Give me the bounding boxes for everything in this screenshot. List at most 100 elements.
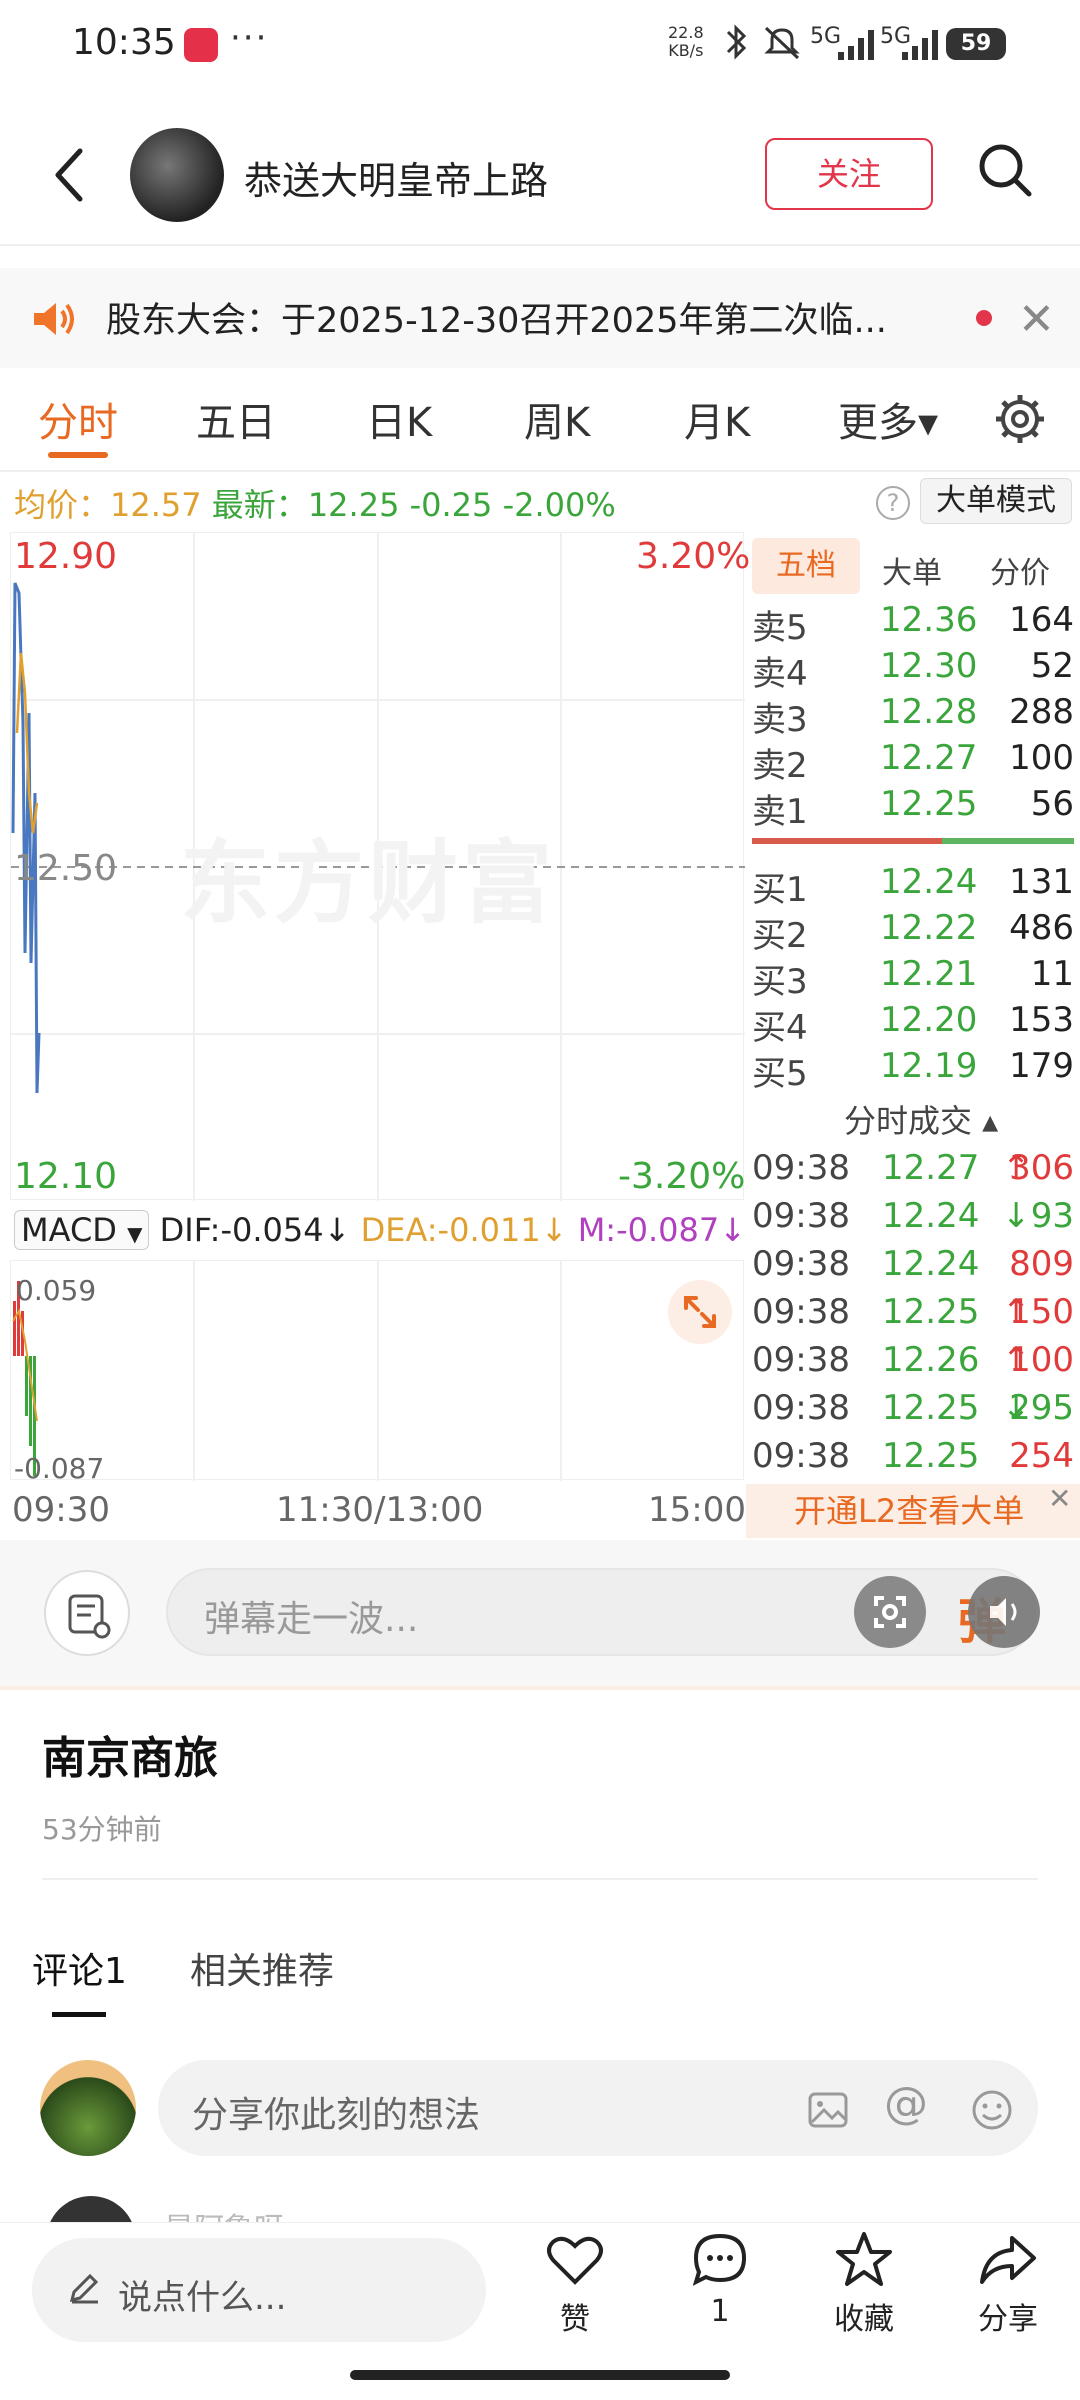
pen-icon: [69, 2273, 99, 2304]
avg-price-label: 均价：: [14, 486, 111, 524]
page-title: 恭送大明皇帝上路: [244, 159, 549, 203]
macd-selector-label: MACD: [21, 1211, 117, 1249]
notice-text[interactable]: 股东大会：于2025-12-30召开2025年第二次临...: [106, 292, 887, 343]
tab-five-day[interactable]: 五日: [196, 390, 276, 448]
image-icon[interactable]: [806, 2088, 850, 2132]
trade-row: 09:38 12.25 ↓ 295: [752, 1388, 1074, 1428]
tab-price-distribution[interactable]: 分价: [990, 548, 1050, 592]
price-summary: 均价：12.57 最新：12.25 -0.25 -2.00%: [14, 480, 616, 526]
order-book-sell-row: 卖4 12.30 52: [752, 646, 1074, 694]
x-axis-mid-label: 11:30/13:00: [276, 1490, 484, 1530]
emoji-icon[interactable]: [970, 2088, 1014, 2132]
big-order-mode-button[interactable]: 大单模式: [920, 478, 1072, 524]
macd-dif: DIF:-0.054: [159, 1211, 324, 1249]
post-time: 53分钟前: [42, 1813, 162, 1846]
macd-dea: DEA:-0.011: [360, 1211, 541, 1249]
order-book-buy-row: 买5 12.19 179: [752, 1046, 1074, 1094]
speaker-icon: [990, 1598, 1017, 1626]
macd-y-bottom-label: -0.087: [14, 1452, 105, 1485]
order-book-sell-row: 卖3 12.28 288: [752, 692, 1074, 740]
say-something-placeholder: 说点什么...: [118, 2278, 287, 2318]
y-axis-top-label: 12.90: [14, 536, 118, 577]
trade-row: 09:38 12.25 254: [752, 1436, 1074, 1476]
price-change-pct: -2.00%: [502, 486, 616, 524]
watermark: 东方财富: [180, 831, 556, 936]
speaker-icon: [34, 303, 74, 335]
comment-placeholder: 分享你此刻的想法: [192, 2095, 481, 2136]
danmu-settings-icon: [68, 1594, 111, 1639]
l2-upgrade-banner[interactable]: 开通L2查看大单: [746, 1484, 1080, 1538]
comment-icon: [692, 2233, 747, 2286]
x-axis-start-label: 09:30: [12, 1490, 110, 1530]
macd-y-top-label: 0.059: [16, 1274, 97, 1307]
close-icon[interactable]: ✕: [1048, 1482, 1071, 1515]
macd-chart-canvas: [12, 1261, 562, 1481]
collect-button[interactable]: 收藏: [814, 2230, 914, 2338]
status-time: 10:35: [72, 22, 176, 63]
fullscreen-button[interactable]: [668, 1280, 732, 1344]
user-avatar[interactable]: [130, 128, 224, 222]
tab-related[interactable]: 相关推荐: [190, 1942, 334, 1994]
avg-price-value: 12.57: [110, 486, 202, 524]
divider: [42, 1878, 1038, 1880]
trade-row: 09:38 12.26 ↑ 100: [752, 1340, 1074, 1380]
expand-icon: [684, 1296, 716, 1328]
mention-icon[interactable]: @: [884, 2082, 928, 2126]
more-notifications-icon: ···: [230, 18, 269, 58]
status-bar: 10:35 ··· 22.8 KB/s 5G 5G 59: [0, 0, 1080, 90]
danmu-placeholder: 弹幕走一波...: [204, 1599, 419, 1640]
back-arrow-icon[interactable]: [50, 145, 90, 205]
like-button[interactable]: 赞: [525, 2230, 625, 2338]
macd-selector[interactable]: MACD ▼: [14, 1210, 150, 1250]
trade-row: 09:38 12.24 ↓ 93: [752, 1196, 1074, 1236]
unread-dot: [976, 310, 992, 326]
trade-row: 09:38 12.24 809: [752, 1244, 1074, 1284]
y-axis-bottom-label: 12.10: [14, 1156, 118, 1197]
scan-icon: [874, 1596, 906, 1628]
order-book-sell-row: 卖1 12.25 56: [752, 784, 1074, 832]
close-icon[interactable]: ✕: [1018, 294, 1055, 345]
scan-button[interactable]: [854, 1576, 926, 1648]
danmu-settings-button[interactable]: [44, 1570, 130, 1656]
signal-2-icon: [902, 30, 938, 60]
home-indicator[interactable]: [350, 2370, 730, 2380]
net-speed-value: 22.8: [668, 23, 704, 42]
order-book-buy-row: 买4 12.20 153: [752, 1000, 1074, 1048]
tab-five-levels[interactable]: 五档: [752, 538, 860, 594]
bluetooth-icon: [726, 24, 747, 60]
tab-big-orders[interactable]: 大单: [882, 548, 942, 592]
tab-comments[interactable]: 评论1: [32, 1942, 127, 1994]
trades-header[interactable]: 分时成交 ▴: [844, 1096, 998, 1142]
tab-weekly-k[interactable]: 周K: [524, 390, 590, 448]
danmu-sound-button[interactable]: [968, 1576, 1040, 1648]
collect-label: 收藏: [834, 2302, 894, 2337]
follow-button[interactable]: 关注: [765, 138, 933, 210]
y-axis-mid-label: 12.50: [14, 848, 118, 889]
tab-daily-k[interactable]: 日K: [366, 390, 432, 448]
tab-active-indicator: [52, 2012, 106, 2017]
pct-axis-bottom-label: -3.20%: [618, 1156, 746, 1197]
share-button[interactable]: 分享: [958, 2230, 1058, 2338]
search-icon[interactable]: [975, 140, 1035, 200]
pct-axis-top-label: 3.20%: [636, 536, 751, 577]
gear-icon[interactable]: [994, 393, 1046, 445]
macd-chart[interactable]: [10, 1260, 744, 1481]
tab-intraday[interactable]: 分时: [38, 390, 118, 448]
order-book-buy-row: 买2 12.22 486: [752, 908, 1074, 956]
divider: [0, 244, 1080, 246]
like-label: 赞: [560, 2302, 590, 2337]
star-icon: [836, 2232, 892, 2286]
help-icon[interactable]: ?: [876, 486, 910, 520]
tab-more[interactable]: 更多▾: [838, 390, 938, 448]
last-price-label: 最新：: [211, 486, 308, 524]
heart-icon: [547, 2236, 603, 2285]
price-line: [11, 582, 41, 1094]
comment-button[interactable]: 1: [670, 2230, 770, 2329]
comment-count: 1: [710, 2294, 730, 2329]
tab-monthly-k[interactable]: 月K: [684, 390, 750, 448]
order-book-buy-row: 买1 12.24 131: [752, 862, 1074, 910]
share-icon: [980, 2236, 1036, 2284]
tab-active-indicator: [48, 452, 108, 458]
trade-row: 09:38 12.27 ↑ 306: [752, 1148, 1074, 1188]
mute-icon: [764, 26, 800, 60]
